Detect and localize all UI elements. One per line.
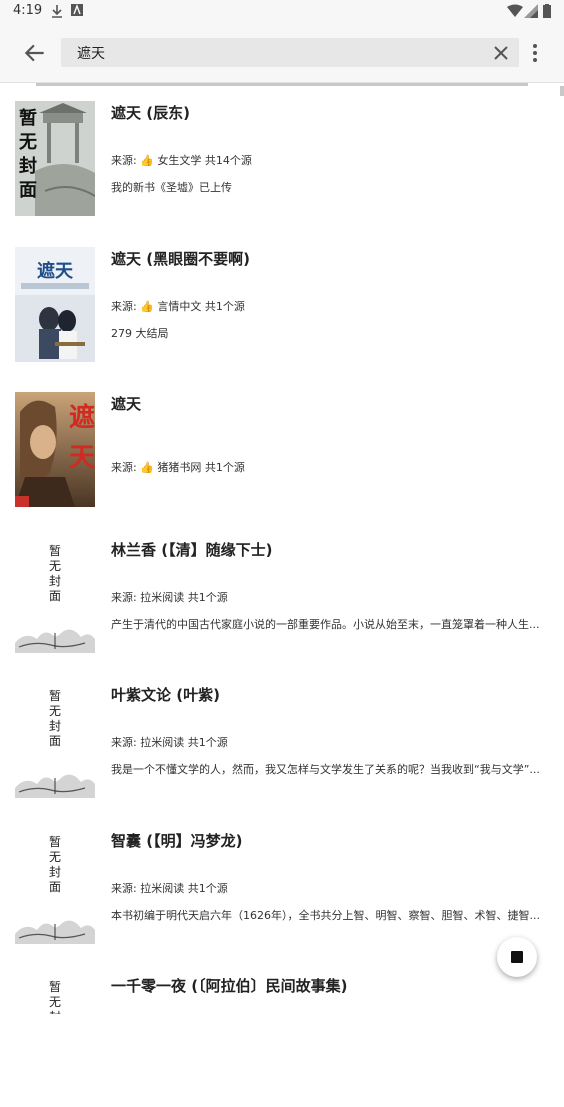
cover-placeholder-text: 暂无封面 — [49, 543, 62, 603]
book-intro: 我的新书《圣墟》已上传 — [111, 181, 232, 194]
book-intro: 本书初编于明代天启六年（1626年），全书共分上智、明智、察智、胆智、术智、捷智… — [111, 908, 540, 922]
book-source: 来源: 👍 猪猪书网 共1个源 — [111, 461, 245, 474]
book-source: 来源: 👍 女生文学 共14个源 — [111, 154, 252, 167]
back-arrow-icon[interactable] — [22, 40, 48, 66]
book-source: 来源: 拉米阅读 共1个源 — [111, 590, 228, 604]
cover-placeholder-text: 暂无封面 — [19, 108, 37, 201]
search-input[interactable] — [77, 38, 477, 67]
book-cover: 暂无封面 — [15, 683, 95, 798]
cover-title-text: 遮天 — [37, 260, 73, 282]
book-source: 来源: 👍 言情中文 共1个源 — [111, 299, 245, 313]
book-title: 遮天 (黑眼圈不要啊) — [111, 249, 250, 268]
ink-landscape-image — [15, 628, 95, 653]
book-title: 遮天 (辰东) — [111, 104, 190, 122]
list-item[interactable]: 暂无封面 叶紫文论 (叶紫) 来源: 拉米阅读 共1个源 我是一个不懂文学的人，… — [0, 670, 564, 816]
stop-icon — [511, 951, 523, 963]
status-bar: 4:19 — [0, 0, 564, 24]
loading-progress-bar — [36, 83, 528, 86]
list-item[interactable]: 暂无封面 一千零一夜 (〔阿拉伯〕民间故事集) — [0, 961, 564, 1107]
app-notification-icon — [71, 4, 83, 16]
book-source: 来源: 拉米阅读 共1个源 — [111, 736, 228, 749]
book-title: 一千零一夜 (〔阿拉伯〕民间故事集) — [111, 977, 348, 995]
search-box[interactable] — [61, 38, 519, 67]
book-cover: 暂无封面 — [15, 537, 95, 653]
list-item[interactable]: 暂无封面 智囊 (【明】冯梦龙) 来源: 拉米阅读 共1个源 本书初编于明代天启… — [0, 816, 564, 962]
status-time: 4:19 — [13, 3, 43, 18]
book-title: 智囊 (【明】冯梦龙) — [111, 831, 243, 850]
search-result-list: 暂无封面 遮天 (辰东) 来源: 👍 女生文学 共14个源 我的新书《圣墟》已上… — [0, 88, 564, 1107]
book-intro: 279 大结局 — [111, 326, 169, 340]
cover-placeholder-text: 暂无封面 — [49, 834, 62, 894]
cover-placeholder-text: 暂无封面 — [49, 980, 62, 1014]
book-title: 林兰香 (【清】随缘下士) — [111, 540, 273, 559]
wifi-icon — [507, 4, 523, 17]
list-item[interactable]: 遮天 遮天 (黑眼圈不要啊) 来源: 👍 言情中文 共1个源 279 大结局 — [0, 234, 564, 380]
ink-landscape-image — [15, 774, 95, 798]
book-title: 叶紫文论 (叶紫) — [111, 686, 220, 704]
book-cover: 暂无封面 — [15, 101, 95, 216]
more-options-icon[interactable] — [527, 41, 543, 65]
book-cover: 遮天 — [15, 246, 95, 362]
list-item[interactable]: 暂无封面 林兰香 (【清】随缘下士) 来源: 拉米阅读 共1个源 产生于清代的中… — [0, 525, 564, 671]
book-intro: 产生于清代的中国古代家庭小说的一部重要作品。小说从始至末，一直笼罩着一种人生..… — [111, 617, 540, 631]
list-item[interactable]: 暂无封面 遮天 (辰东) 来源: 👍 女生文学 共14个源 我的新书《圣墟》已上… — [0, 88, 564, 234]
battery-icon — [543, 4, 551, 18]
ink-landscape-image — [15, 919, 95, 944]
stop-search-button[interactable] — [497, 937, 537, 977]
cover-placeholder-text: 暂无封面 — [49, 689, 62, 748]
book-cover: 遮天 — [15, 392, 95, 507]
book-cover: 暂无封面 — [15, 828, 95, 944]
book-source: 来源: 拉米阅读 共1个源 — [111, 881, 228, 895]
cover-title-text: 遮天 — [69, 403, 95, 473]
download-icon — [52, 5, 62, 18]
book-title: 遮天 — [111, 395, 142, 413]
signal-icon — [524, 4, 538, 18]
clear-icon[interactable] — [493, 45, 509, 61]
app-bar — [0, 24, 564, 83]
book-intro: 我是一个不懂文学的人，然而，我又怎样与文学发生了关系的呢？当我收到“我与文学”.… — [111, 763, 540, 776]
book-cover: 暂无封面 — [15, 974, 95, 1014]
list-item[interactable]: 遮天 遮天 来源: 👍 猪猪书网 共1个源 — [0, 379, 564, 525]
